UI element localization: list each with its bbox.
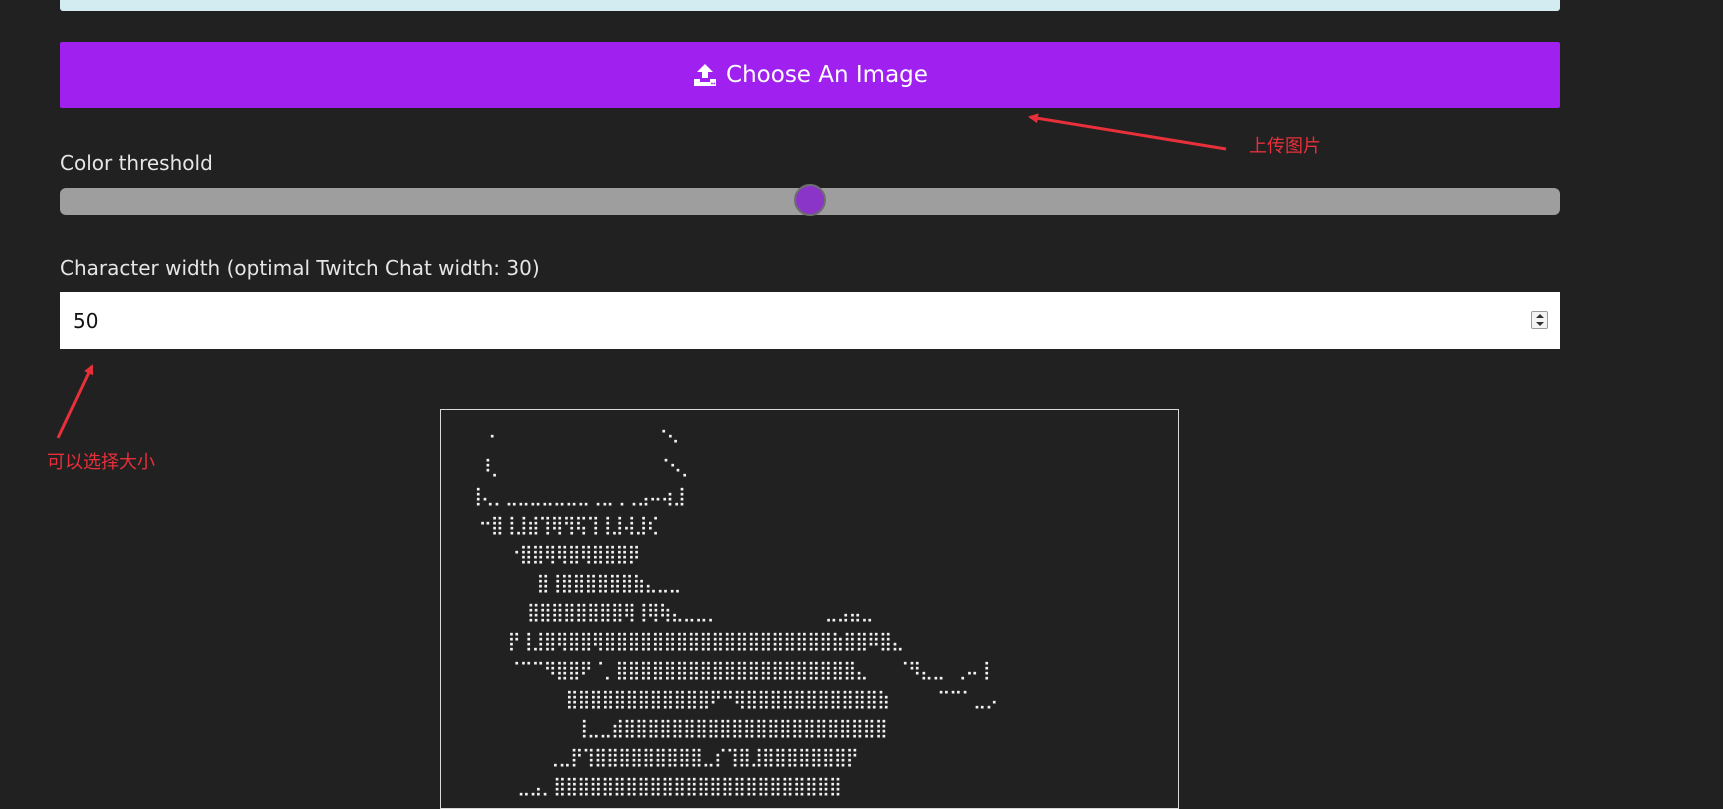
- size-arrow: [56, 364, 94, 439]
- upload-arrow: [1028, 113, 1227, 151]
- previous-panel-strip: [60, 0, 1560, 11]
- width-input-value: 50: [73, 308, 99, 333]
- size-annotation: 可以选择大小: [47, 452, 155, 473]
- threshold-slider-thumb[interactable]: [794, 184, 826, 216]
- ascii-output-box: ⠂ ⠈⠢ ⠸⡀ ⠈⠢⡀ ⢸⢄⡀⣀⣀⣀⣀⣀⣀⣀⢀⣀⢀⢀⣠⠤⢴⣸ ⠒⣿⢸⣸⣾⢹⢿⢻⢯…: [440, 409, 1179, 809]
- upload-icon: [694, 64, 717, 86]
- choose-image-button[interactable]: Choose An Image: [60, 42, 1560, 108]
- width-input[interactable]: 50: [60, 292, 1560, 349]
- width-stepper[interactable]: [1531, 311, 1548, 329]
- upload-annotation: 上传图片: [1249, 136, 1321, 157]
- stepper-up-icon[interactable]: [1535, 314, 1544, 318]
- ascii-output-text: ⠂ ⠈⠢ ⠸⡀ ⠈⠢⡀ ⢸⢄⡀⣀⣀⣀⣀⣀⣀⣀⢀⣀⢀⢀⣠⠤⢴⣸ ⠒⣿⢸⣸⣾⢹⢿⢻⢯…: [469, 428, 998, 797]
- choose-image-label: Choose An Image: [726, 62, 928, 88]
- threshold-label: Color threshold: [60, 151, 213, 175]
- stepper-down-icon[interactable]: [1535, 322, 1544, 326]
- width-label: Character width (optimal Twitch Chat wid…: [60, 256, 540, 280]
